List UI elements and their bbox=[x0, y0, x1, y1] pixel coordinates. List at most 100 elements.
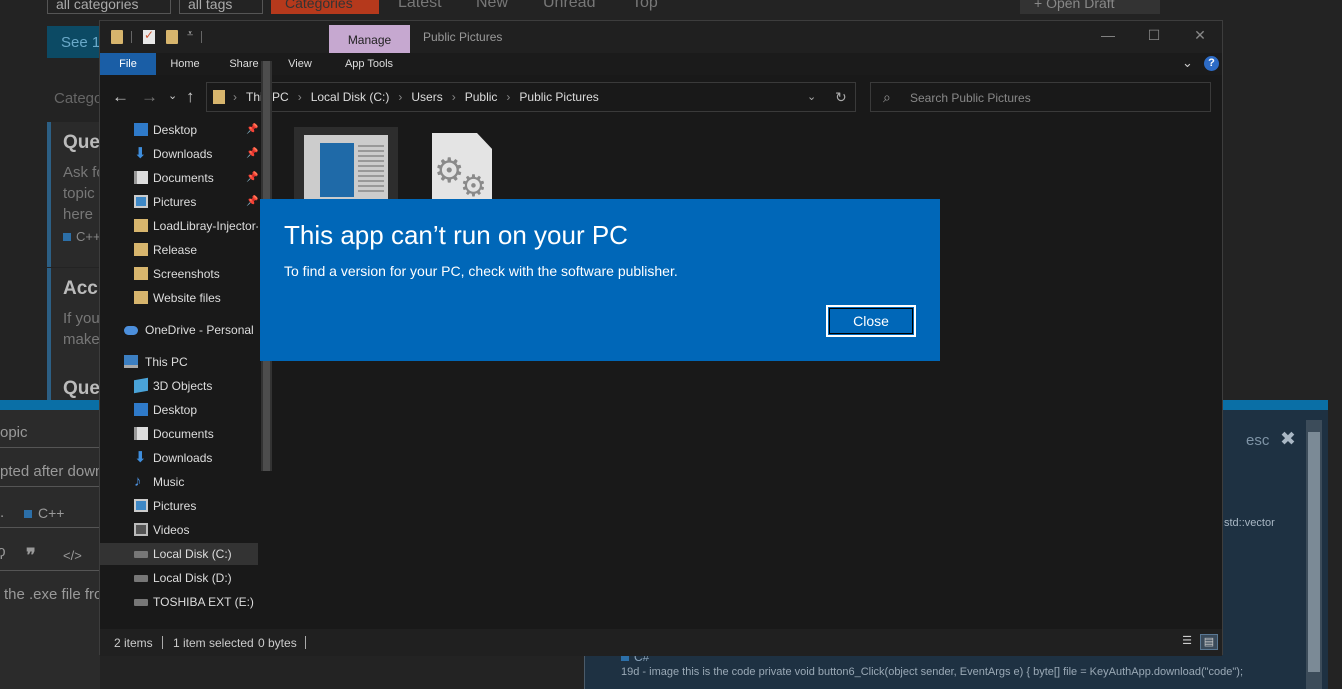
customize-toolbar-icon[interactable]: ⩡ bbox=[187, 28, 193, 41]
categories-heading: Catego bbox=[54, 90, 103, 107]
breadcrumb-separator[interactable]: › bbox=[398, 90, 402, 104]
breadcrumb-item[interactable]: Users bbox=[411, 90, 442, 104]
nav-top-link[interactable]: Top bbox=[632, 0, 658, 12]
nav-item-videos[interactable]: Videos bbox=[100, 519, 258, 541]
category-card[interactable]: Acc If you make bbox=[47, 268, 107, 368]
tab-share[interactable]: Share bbox=[222, 53, 266, 75]
divider bbox=[305, 636, 306, 649]
close-icon[interactable]: ✕ bbox=[1190, 27, 1210, 44]
nav-item-this-pc[interactable]: This PC bbox=[100, 351, 258, 373]
chevron-down-icon[interactable]: ⌄ bbox=[1182, 55, 1193, 71]
nav-item-documents[interactable]: Documents 📌 bbox=[100, 167, 258, 189]
dialog-message: To find a version for your PC, check wit… bbox=[284, 263, 678, 279]
minimize-icon[interactable]: — bbox=[1098, 27, 1118, 43]
pin-icon[interactable]: 📌 bbox=[246, 119, 258, 141]
tab-home[interactable]: Home bbox=[162, 53, 208, 75]
link-icon[interactable]: ʔ bbox=[0, 546, 6, 563]
nav-item-label: Documents bbox=[153, 171, 214, 185]
close-button[interactable]: Close bbox=[826, 305, 916, 337]
nav-item-onedrive[interactable]: OneDrive - Personal bbox=[100, 319, 258, 341]
breadcrumb: › This PC › Local Disk (C:) › Users › Public › Pu… bbox=[233, 90, 599, 104]
open-draft-button[interactable]: + Open Draft bbox=[1020, 0, 1160, 14]
back-arrow-icon[interactable]: ← bbox=[112, 87, 129, 107]
nav-item-desktop[interactable]: Desktop 📌 bbox=[100, 119, 258, 141]
nav-item-downloads[interactable]: ⬇ Downloads 📌 bbox=[100, 143, 258, 165]
nav-unread-link[interactable]: Unread bbox=[543, 0, 595, 12]
nav-item-local-disk-d[interactable]: Local Disk (D:) bbox=[100, 567, 258, 589]
nav-item-label: Local Disk (C:) bbox=[153, 547, 232, 561]
drive-icon bbox=[134, 575, 148, 582]
breadcrumb-separator[interactable]: › bbox=[506, 90, 510, 104]
pin-icon[interactable]: 📌 bbox=[246, 143, 258, 165]
category-card[interactable]: Que Ask fo topic here C++ bbox=[47, 122, 107, 267]
see-new-topics-button[interactable]: See 1 bbox=[47, 26, 107, 58]
composer-title-input[interactable]: pted after downl bbox=[0, 463, 107, 480]
preview-scrollbar[interactable] bbox=[1306, 420, 1322, 689]
new-folder-icon[interactable] bbox=[166, 30, 178, 44]
pin-icon[interactable]: 📌 bbox=[246, 167, 258, 189]
nav-item-label: Downloads bbox=[153, 451, 213, 465]
breadcrumb-item[interactable]: Local Disk (C:) bbox=[311, 90, 390, 104]
forward-arrow-icon[interactable]: → bbox=[141, 87, 158, 107]
file-item-system-file[interactable]: ⚙ ⚙ bbox=[432, 133, 492, 205]
details-view-icon[interactable]: ☰ bbox=[1178, 634, 1196, 650]
composer-category[interactable]: C++ bbox=[24, 505, 64, 521]
refresh-icon[interactable]: ↻ bbox=[835, 89, 847, 106]
drive-icon bbox=[134, 551, 148, 558]
nav-item-3d-objects[interactable]: 3D Objects bbox=[100, 375, 258, 397]
close-icon[interactable]: ✖ bbox=[1280, 428, 1296, 451]
videos-icon bbox=[134, 523, 148, 536]
nav-latest-link[interactable]: Latest bbox=[398, 0, 442, 12]
properties-icon[interactable] bbox=[143, 28, 155, 44]
nav-item-music[interactable]: ♪ Music bbox=[100, 471, 258, 493]
nav-item-pictures[interactable]: Pictures bbox=[100, 495, 258, 517]
category-card[interactable]: Que bbox=[47, 368, 107, 400]
title-bar[interactable]: ⩡ Manage Public Pictures — ☐ ✕ bbox=[100, 21, 1222, 53]
pin-icon[interactable]: 📌 bbox=[246, 191, 258, 213]
category-filter-select[interactable]: all categories bbox=[47, 0, 171, 14]
search-input[interactable]: ⌕ Search Public Pictures bbox=[870, 82, 1211, 112]
nav-item-pictures[interactable]: Pictures 📌 bbox=[100, 191, 258, 213]
search-placeholder: Search Public Pictures bbox=[910, 91, 1031, 105]
nav-item-documents[interactable]: Documents bbox=[100, 423, 258, 445]
nav-item-release[interactable]: Release bbox=[100, 239, 258, 261]
help-icon[interactable]: ? bbox=[1204, 56, 1219, 71]
breadcrumb-item[interactable]: Public Pictures bbox=[519, 90, 598, 104]
up-arrow-icon[interactable]: ↑ bbox=[186, 87, 195, 107]
tag-filter-select[interactable]: all tags bbox=[179, 0, 263, 14]
downloads-icon: ⬇ bbox=[134, 145, 147, 162]
nav-new-link[interactable]: New bbox=[476, 0, 508, 12]
nav-item-website-files[interactable]: Website files bbox=[100, 287, 258, 309]
scrollbar-thumb[interactable] bbox=[1308, 432, 1320, 672]
nav-categories-button[interactable]: Categories bbox=[271, 0, 379, 14]
tab-file[interactable]: File bbox=[100, 53, 156, 75]
documents-icon bbox=[134, 427, 148, 440]
nav-item-local-disk-c[interactable]: Local Disk (C:) bbox=[100, 543, 258, 565]
folder-icon bbox=[134, 291, 148, 304]
breadcrumb-separator[interactable]: › bbox=[452, 90, 456, 104]
tab-view[interactable]: View bbox=[280, 53, 320, 75]
composer-topic-placeholder[interactable]: opic bbox=[0, 424, 28, 441]
nav-item-screenshots[interactable]: Screenshots bbox=[100, 263, 258, 285]
code-icon[interactable]: </> bbox=[63, 548, 82, 563]
image-thumbnail bbox=[304, 135, 388, 205]
nav-item-label: Desktop bbox=[153, 123, 198, 137]
nav-item-loadlibray-injector[interactable]: LoadLibray-Injector- bbox=[100, 215, 258, 237]
tab-manage[interactable]: Manage bbox=[329, 25, 410, 53]
search-icon: ⌕ bbox=[883, 89, 891, 105]
composer-body-text[interactable]: the .exe file fro bbox=[4, 586, 102, 603]
nav-item-desktop[interactable]: Desktop bbox=[100, 399, 258, 421]
breadcrumb-item[interactable]: Public bbox=[465, 90, 498, 104]
maximize-icon[interactable]: ☐ bbox=[1144, 27, 1164, 44]
nav-item-toshiba-ext-e[interactable]: TOSHIBA EXT (E:) bbox=[100, 591, 258, 613]
address-bar[interactable]: › This PC › Local Disk (C:) › Users › Public › Pu… bbox=[206, 82, 856, 112]
tab-app-tools[interactable]: App Tools bbox=[336, 53, 402, 75]
large-icons-view-icon[interactable]: ▤ bbox=[1200, 634, 1218, 650]
divider bbox=[0, 527, 100, 528]
recent-locations-icon[interactable]: ⌄ bbox=[168, 89, 177, 102]
quote-icon[interactable]: ❞ bbox=[26, 545, 36, 566]
breadcrumb-separator[interactable]: › bbox=[298, 90, 302, 104]
category-color-swatch bbox=[24, 510, 32, 518]
chevron-down-icon[interactable]: ⌄ bbox=[807, 90, 816, 103]
nav-item-downloads[interactable]: ⬇ Downloads bbox=[100, 447, 258, 469]
